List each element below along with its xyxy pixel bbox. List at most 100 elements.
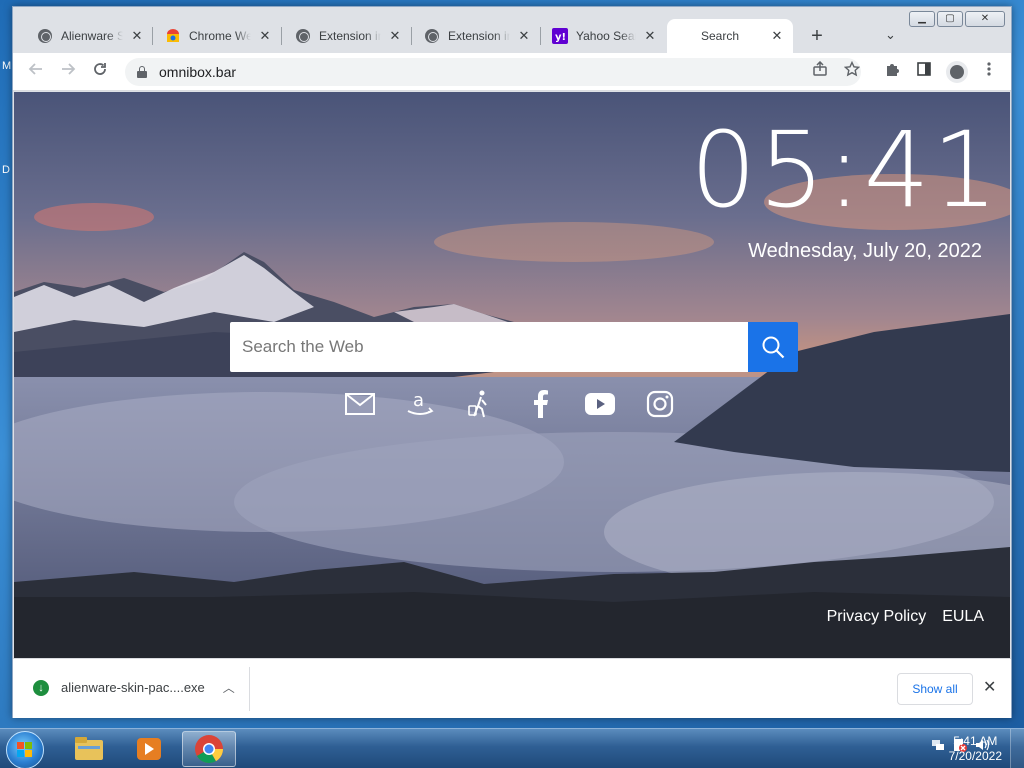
desktop-icon-label[interactable]: D xyxy=(2,164,10,176)
arrow-right-icon xyxy=(62,63,76,75)
folder-icon xyxy=(75,737,103,760)
browser-window: Alienware Skin Pack ✕ Chrome Web Store ✕… xyxy=(12,6,1012,718)
reload-button[interactable] xyxy=(89,61,111,83)
network-icon[interactable] xyxy=(930,737,946,758)
menu-button[interactable] xyxy=(978,61,1000,83)
minimize-button[interactable]: ▁ xyxy=(909,11,935,27)
share-icon xyxy=(813,60,827,76)
system-date: 7/20/2022 xyxy=(948,749,1002,763)
start-button[interactable] xyxy=(6,731,44,768)
windows-taskbar: 5:41 AM 7/20/2022 xyxy=(0,728,1024,768)
windows-logo-icon xyxy=(17,742,32,757)
tab-label: Search xyxy=(700,29,740,43)
svg-text:y!: y! xyxy=(555,32,566,43)
tab-separator xyxy=(281,27,282,45)
svg-text:a: a xyxy=(413,390,424,411)
download-item[interactable]: ↓ alienware-skin-pac....exe ︿ xyxy=(33,679,235,696)
close-icon[interactable]: ✕ xyxy=(516,28,532,44)
tab-label: Chrome Web Store xyxy=(189,29,251,43)
arrow-left-icon xyxy=(28,63,42,75)
close-icon[interactable]: ✕ xyxy=(642,28,658,44)
web-search-form xyxy=(230,322,798,372)
chrome-web-store-icon xyxy=(165,28,181,44)
new-tab-page: 05:41 Wednesday, July 20, 2022 a xyxy=(14,92,1010,658)
side-panel-button[interactable] xyxy=(913,61,935,83)
profile-button[interactable] xyxy=(946,61,968,83)
tab-separator xyxy=(152,27,153,45)
facebook-icon[interactable] xyxy=(524,388,556,420)
download-filename: alienware-skin-pac....exe xyxy=(61,680,205,695)
tab-extension-install-1[interactable]: Extension install ✕ xyxy=(285,19,411,53)
window-controls: ▁ ▢ ✕ xyxy=(909,11,1005,27)
search-input[interactable] xyxy=(230,322,748,372)
youtube-icon[interactable] xyxy=(584,388,616,420)
footer-links: Privacy Policy EULA xyxy=(827,608,984,626)
share-button[interactable] xyxy=(809,60,831,83)
tab-separator xyxy=(411,27,412,45)
clock-time: 05:41 xyxy=(690,109,1000,231)
divider xyxy=(249,667,250,711)
amazon-icon[interactable]: a xyxy=(404,388,436,420)
star-icon xyxy=(843,60,861,77)
taskbar-media-player[interactable] xyxy=(122,731,176,767)
tab-extension-install-2[interactable]: Extension install ✕ xyxy=(414,19,540,53)
chrome-icon xyxy=(195,735,223,763)
close-icon[interactable]: ✕ xyxy=(129,28,145,44)
close-icon[interactable]: ✕ xyxy=(983,677,996,697)
url-text: omnibox.bar xyxy=(159,64,237,80)
extensions-button[interactable] xyxy=(881,61,903,83)
close-icon[interactable]: ✕ xyxy=(257,28,273,44)
bookmark-button[interactable] xyxy=(841,60,863,83)
tab-separator xyxy=(540,27,541,45)
yahoo-icon: y! xyxy=(552,28,568,44)
side-panel-icon xyxy=(917,62,931,76)
tab-label: Extension install xyxy=(448,29,510,43)
browser-toolbar: omnibox.bar xyxy=(13,53,1011,91)
taskbar-explorer[interactable] xyxy=(62,731,116,767)
download-complete-icon: ↓ xyxy=(33,679,49,696)
gmail-icon[interactable] xyxy=(344,388,376,420)
back-button[interactable] xyxy=(25,61,47,83)
clock-date: Wednesday, July 20, 2022 xyxy=(748,240,982,262)
tab-search-button[interactable]: ⌄ xyxy=(885,27,896,43)
taskbar-chrome[interactable] xyxy=(182,731,236,767)
avatar-icon xyxy=(950,65,964,79)
show-all-button[interactable]: Show all xyxy=(897,673,973,705)
tab-label: Yahoo Search xyxy=(576,29,636,43)
globe-icon xyxy=(424,28,440,44)
address-bar[interactable]: omnibox.bar xyxy=(125,58,861,86)
tab-label: Extension install xyxy=(319,29,381,43)
travel-icon[interactable] xyxy=(464,388,496,420)
system-clock[interactable]: 5:41 AM 7/20/2022 xyxy=(949,734,1002,764)
lock-icon[interactable] xyxy=(137,66,147,78)
close-icon[interactable]: ✕ xyxy=(769,28,785,44)
tab-alienware[interactable]: Alienware Skin Pack ✕ xyxy=(27,19,153,53)
tab-yahoo-search[interactable]: y! Yahoo Search ✕ xyxy=(542,19,666,53)
maximize-button[interactable]: ▢ xyxy=(937,11,963,27)
system-time: 5:41 AM xyxy=(953,734,998,748)
desktop-icon-label[interactable]: M xyxy=(2,60,11,72)
chevron-up-icon[interactable]: ︿ xyxy=(223,679,235,696)
search-icon xyxy=(762,336,785,359)
reload-icon xyxy=(94,63,106,75)
tab-label: Alienware Skin Pack xyxy=(61,29,123,43)
tab-strip: Alienware Skin Pack ✕ Chrome Web Store ✕… xyxy=(13,7,1011,53)
show-desktop-button[interactable] xyxy=(1010,729,1024,768)
close-window-button[interactable]: ✕ xyxy=(965,11,1005,27)
media-player-icon xyxy=(137,738,161,760)
download-shelf: ↓ alienware-skin-pac....exe ︿ Show all ✕ xyxy=(13,658,1011,718)
tab-chrome-web-store[interactable]: Chrome Web Store ✕ xyxy=(155,19,281,53)
kebab-menu-icon xyxy=(987,62,991,76)
globe-icon xyxy=(37,28,53,44)
privacy-policy-link[interactable]: Privacy Policy xyxy=(827,608,927,626)
new-tab-button[interactable]: + xyxy=(806,25,828,47)
forward-button[interactable] xyxy=(57,61,79,83)
globe-icon xyxy=(295,28,311,44)
instagram-icon[interactable] xyxy=(644,388,676,420)
search-button[interactable] xyxy=(748,322,798,372)
puzzle-icon xyxy=(887,64,899,76)
eula-link[interactable]: EULA xyxy=(942,608,984,626)
close-icon[interactable]: ✕ xyxy=(387,28,403,44)
quick-links: a xyxy=(344,388,676,420)
tab-search-active[interactable]: Search ✕ xyxy=(667,19,793,53)
